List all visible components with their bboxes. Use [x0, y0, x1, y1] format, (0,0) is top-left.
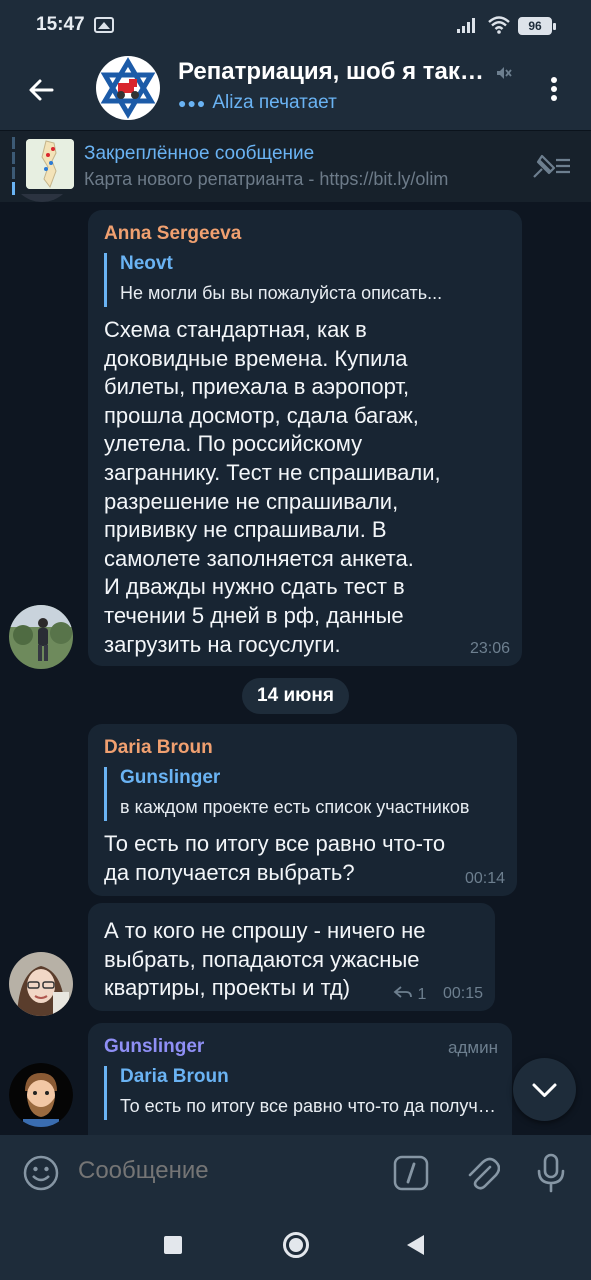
reply-preview[interactable]: Gunslinger в каждом проекте есть список … — [104, 767, 504, 821]
message-line: доковидные времена. Купила — [104, 345, 408, 371]
mic-icon[interactable] — [536, 1153, 566, 1198]
reply-text: Не могли бы вы пожалуйста описать... — [120, 283, 443, 303]
message-time: 23:06 — [469, 640, 510, 657]
reply-name: Daria Broun — [120, 1066, 229, 1087]
scroll-down-button[interactable] — [513, 1058, 576, 1121]
message-time: 00:15 — [442, 985, 483, 1002]
sender-name[interactable]: Daria Broun — [104, 737, 213, 759]
message-line: квартиры, проекты и тд) — [104, 975, 351, 1001]
reply-name: Gunslinger — [120, 767, 221, 788]
chevron-down-icon — [532, 1083, 557, 1097]
chat-header: Репатриация, шоб я так жил ●●● Aliza печа… — [0, 52, 591, 130]
typing-text: печатает — [258, 92, 337, 113]
reply-preview[interactable]: Daria Broun То есть по итогу все равно ч… — [104, 1066, 499, 1120]
message-bubble[interactable]: Gunslinger админ Daria Broun То есть по … — [88, 1023, 512, 1135]
message-line: течении 5 дней в рф, данные — [104, 602, 404, 628]
avatar-anna-sergeeva[interactable] — [9, 605, 73, 669]
system-back-icon[interactable] — [407, 1235, 424, 1255]
bot-command-icon[interactable] — [393, 1155, 429, 1196]
attach-icon[interactable] — [464, 1153, 501, 1198]
message-line: прошла досмотр, сдала багаж, — [104, 402, 419, 428]
reply-count-value: 1 — [417, 986, 427, 1003]
message-line: билеты, приехала в аэропорт, — [104, 374, 410, 400]
message-text: А то кого не спрошу - ничего не выбрать,… — [104, 917, 484, 1003]
reply-text: То есть по итогу все равно что-то да пол… — [120, 1096, 499, 1116]
system-nav-bar — [0, 1210, 591, 1280]
more-vertical-icon[interactable] — [544, 72, 564, 108]
message-composer — [0, 1135, 591, 1210]
chat-title[interactable]: Репатриация, шоб я так жил — [178, 58, 490, 86]
message-line: разрешение не спрашивали, — [104, 488, 399, 514]
reply-preview[interactable]: Neovt Не могли бы вы пожалуйста описать.… — [104, 253, 508, 307]
typing-indicator: ●●● Aliza печатает — [178, 92, 337, 114]
home-icon[interactable] — [283, 1232, 309, 1258]
avatar-gunslinger[interactable] — [9, 1063, 73, 1127]
admin-badge: админ — [448, 1038, 498, 1057]
reply-text: в каждом проекте есть список участников — [120, 797, 470, 817]
battery-indicator: 96 — [518, 17, 556, 35]
message-line: самолете заполняется анкета. — [104, 545, 414, 571]
message-line: заграннику. Тест не спрашивали, — [104, 459, 441, 485]
message-text: Схема стандартная, как в доковидные врем… — [104, 316, 508, 659]
signal-icon — [456, 16, 478, 39]
message-line: Схема стандартная, как в — [104, 317, 367, 342]
unpin-icon[interactable] — [530, 151, 572, 186]
pinned-indicator — [12, 137, 15, 195]
message-line: И дважды нужно сдать тест в — [104, 574, 405, 600]
emoji-icon[interactable] — [22, 1154, 60, 1197]
message-line: То есть по итогу все равно что-то — [104, 831, 446, 856]
sender-name[interactable]: Anna Sergeeva — [104, 223, 241, 245]
message-bubble[interactable]: Daria Broun Gunslinger в каждом проекте … — [88, 724, 517, 896]
pinned-title: Закреплённое сообщение — [84, 143, 315, 164]
message-line: выбрать, попадаются ужасные — [104, 946, 420, 972]
typing-dots-icon: ●●● — [178, 95, 207, 111]
message-line: да получается выбрать? — [104, 859, 355, 885]
message-line: А то кого не спрошу - ничего не — [104, 918, 426, 943]
message-bubble[interactable]: Anna Sergeeva Neovt Не могли бы вы пожал… — [88, 210, 522, 666]
reply-count-icon — [393, 986, 413, 1003]
pinned-text: Карта нового репатрианта - https://bit.l… — [84, 169, 449, 189]
typing-user: Aliza — [212, 92, 254, 113]
pinned-message-bar[interactable]: Закреплённое сообщение Карта нового репа… — [0, 130, 591, 202]
reply-count[interactable]: 1 — [393, 985, 426, 1004]
wifi-icon — [487, 15, 511, 40]
message-line: загрузить на госуслуги. — [104, 631, 341, 657]
sender-name[interactable]: Gunslinger — [104, 1036, 204, 1058]
message-line: улетела. По российскому — [104, 431, 363, 457]
message-text: То есть по итогу все равно что-то да пол… — [104, 830, 504, 887]
status-time: 15:47 — [36, 14, 85, 35]
chat-avatar[interactable] — [96, 56, 160, 120]
message-bubble[interactable]: А то кого не спрошу - ничего не выбрать,… — [88, 903, 495, 1011]
avatar-daria-broun[interactable] — [9, 952, 73, 1016]
reply-name: Neovt — [120, 253, 173, 274]
message-input[interactable] — [78, 1157, 378, 1185]
status-bar: 15:47 96 — [0, 0, 591, 52]
back-arrow-icon[interactable] — [22, 70, 62, 110]
date-separator: 14 июня — [242, 678, 349, 714]
message-time: 00:14 — [464, 870, 505, 887]
pinned-map-thumbnail — [26, 139, 74, 189]
recents-icon[interactable] — [164, 1236, 182, 1254]
mute-icon — [494, 64, 512, 87]
message-line: прививку не спрашивали. В — [104, 517, 387, 543]
screen-cast-icon — [94, 17, 114, 38]
